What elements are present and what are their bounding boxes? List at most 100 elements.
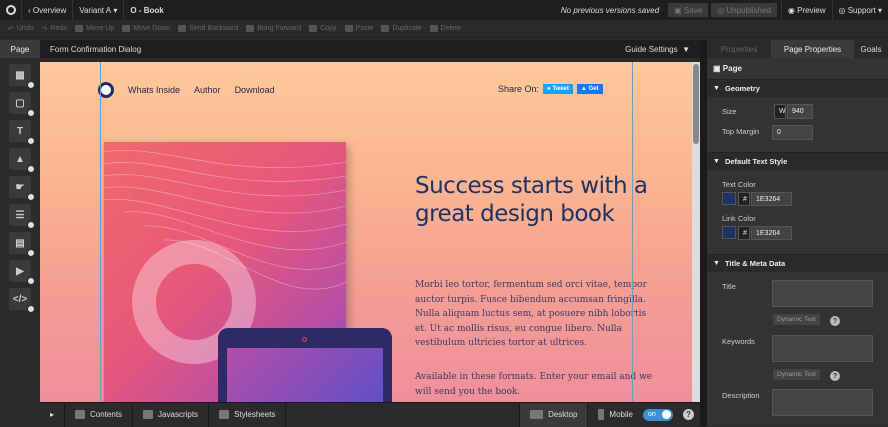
help-icon[interactable]: ?	[830, 371, 840, 381]
stylesheets-label: Stylesheets	[234, 410, 276, 419]
hero-body-text[interactable]: Morbi leo tortor, fermentum sed orci vit…	[415, 278, 655, 351]
facebook-button[interactable]: ▲ Get	[576, 84, 603, 94]
copy-button[interactable]: Copy	[309, 25, 337, 32]
nav-link-author[interactable]: Author	[194, 85, 221, 95]
dialog-name[interactable]: Form Confirmation Dialog	[50, 45, 141, 54]
overview-button[interactable]: ‹ Overview	[22, 0, 74, 20]
variant-dropdown[interactable]: Variant A ▾	[73, 0, 125, 20]
canvas-scrollbar[interactable]	[692, 62, 700, 402]
geometry-section-header[interactable]: ▼ Geometry	[707, 79, 888, 97]
link-color-swatch[interactable]	[722, 226, 736, 239]
duplicate-button[interactable]: Duplicate	[381, 25, 422, 32]
code-tool-icon[interactable]: </>	[9, 288, 35, 313]
top-margin-input[interactable]: 0	[772, 125, 813, 140]
contents-button[interactable]: Contents	[65, 402, 134, 427]
stylesheets-button[interactable]: Stylesheets	[209, 402, 287, 427]
link-color-hash: #	[738, 226, 750, 240]
meta-title-input[interactable]	[772, 280, 873, 307]
keywords-label: Keywords	[722, 337, 755, 346]
page-icon: ▣	[713, 63, 723, 73]
copy-icon	[309, 25, 318, 32]
javascripts-button[interactable]: Javascripts	[133, 402, 210, 427]
move-up-icon	[75, 25, 84, 32]
meta-description-input[interactable]	[772, 389, 873, 416]
meta-section-header[interactable]: ▼ Title & Meta Data	[707, 254, 888, 272]
help-icon[interactable]: ?	[830, 316, 840, 326]
caret-down-icon: ▼	[713, 260, 720, 267]
bring-forward-button[interactable]: Bring Forward	[246, 25, 301, 32]
disk-icon: ▣	[674, 5, 684, 15]
send-backward-icon	[178, 25, 187, 32]
dynamic-text-button[interactable]: Dynamic Text	[773, 369, 820, 380]
tablet-mockup-image[interactable]	[218, 328, 392, 402]
mobile-toggle[interactable]: on	[643, 408, 673, 421]
image-tool-icon[interactable]: ▲	[9, 148, 35, 173]
css-file-icon	[219, 410, 230, 419]
guide-line-right[interactable]	[632, 62, 633, 402]
undo-button[interactable]: ↶ Undo	[8, 25, 34, 33]
box-tool-icon[interactable]: ▢	[9, 92, 35, 117]
preview-label: Preview	[797, 5, 826, 15]
tab-page[interactable]: Page	[0, 40, 40, 58]
caret-down-icon: ▾	[875, 5, 882, 15]
link-color-label: Link Color	[722, 214, 756, 223]
tweet-label: Tweet	[552, 86, 569, 92]
text-color-hash: #	[738, 192, 750, 206]
caret-down-icon: ▼	[713, 85, 720, 92]
link-color-input[interactable]: 1E3264	[751, 226, 792, 240]
text-color-input[interactable]: 1E3264	[751, 192, 792, 206]
text-tool-icon[interactable]: T	[9, 120, 35, 145]
duplicate-icon	[381, 25, 390, 32]
guide-line-left[interactable]	[100, 62, 101, 402]
dynamic-text-button[interactable]: Dynamic Text	[773, 314, 820, 325]
caret-down-icon: ▼	[677, 44, 690, 54]
section-tool-icon[interactable]: ▩	[9, 64, 35, 89]
publish-button[interactable]: ◎ Unpublished	[711, 3, 777, 17]
nav-link-download[interactable]: Download	[235, 85, 275, 95]
expand-button[interactable]: ▸	[40, 402, 66, 427]
meta-keywords-input[interactable]	[772, 335, 873, 362]
move-down-button[interactable]: Move Down	[122, 25, 170, 32]
preview-button[interactable]: ◉ Preview	[780, 0, 833, 20]
toggle-label: on	[648, 411, 656, 418]
nav-link-whats-inside[interactable]: Whats Inside	[128, 85, 180, 95]
eye-icon: ◉	[787, 5, 798, 15]
delete-button[interactable]: Delete	[429, 25, 461, 32]
tab-properties[interactable]: Properties	[707, 40, 771, 58]
button-tool-icon[interactable]: ☛	[9, 176, 35, 201]
video-tool-icon[interactable]: ▶	[9, 260, 35, 285]
delete-label: Delete	[440, 25, 461, 32]
send-backward-button[interactable]: Send Backward	[178, 25, 238, 32]
lightbox-tool-icon[interactable]: ▤	[9, 232, 35, 257]
move-up-button[interactable]: Move Up	[75, 25, 114, 32]
tab-goals[interactable]: Goals	[854, 40, 888, 58]
redo-button[interactable]: ↷ Redo	[42, 25, 68, 33]
form-tool-icon[interactable]: ☰	[9, 204, 35, 229]
copy-label: Copy	[320, 25, 337, 32]
mobile-icon	[598, 409, 605, 420]
tab-page-properties[interactable]: Page Properties	[771, 40, 854, 58]
desktop-icon	[530, 410, 544, 419]
text-color-swatch[interactable]	[722, 192, 736, 205]
hero-formats-text[interactable]: Available in these formats. Enter your e…	[415, 370, 655, 399]
logo-icon[interactable]	[0, 0, 22, 20]
save-button[interactable]: ▣ Save	[668, 3, 709, 17]
page-canvas[interactable]: Whats Inside Author Download Share On: ●…	[40, 62, 692, 402]
support-button[interactable]: ◎ Support ▾	[833, 0, 888, 20]
caret-down-icon: ▼	[713, 158, 720, 165]
desktop-view-button[interactable]: Desktop	[519, 402, 589, 427]
paste-label: Paste	[355, 25, 374, 32]
scrollbar-thumb[interactable]	[693, 64, 699, 144]
tweet-button[interactable]: ● Tweet	[543, 84, 573, 94]
paste-button[interactable]: Paste	[344, 25, 374, 32]
caret-down-icon: ▾	[111, 5, 118, 15]
mobile-view-button[interactable]: Mobile	[588, 403, 643, 427]
page-width-input[interactable]: 940	[787, 104, 813, 119]
guide-settings-button[interactable]: Guide Settings ▼	[625, 45, 690, 54]
help-icon[interactable]: ?	[683, 409, 694, 420]
version-status: No previous versions saved	[560, 5, 660, 15]
panel-collapse-strip[interactable]	[700, 40, 707, 426]
hero-headline[interactable]: Success starts with a great design book	[415, 172, 655, 228]
panel-tabs: Properties Page Properties Goals	[707, 40, 888, 58]
text-style-section-header[interactable]: ▼ Default Text Style	[707, 152, 888, 170]
